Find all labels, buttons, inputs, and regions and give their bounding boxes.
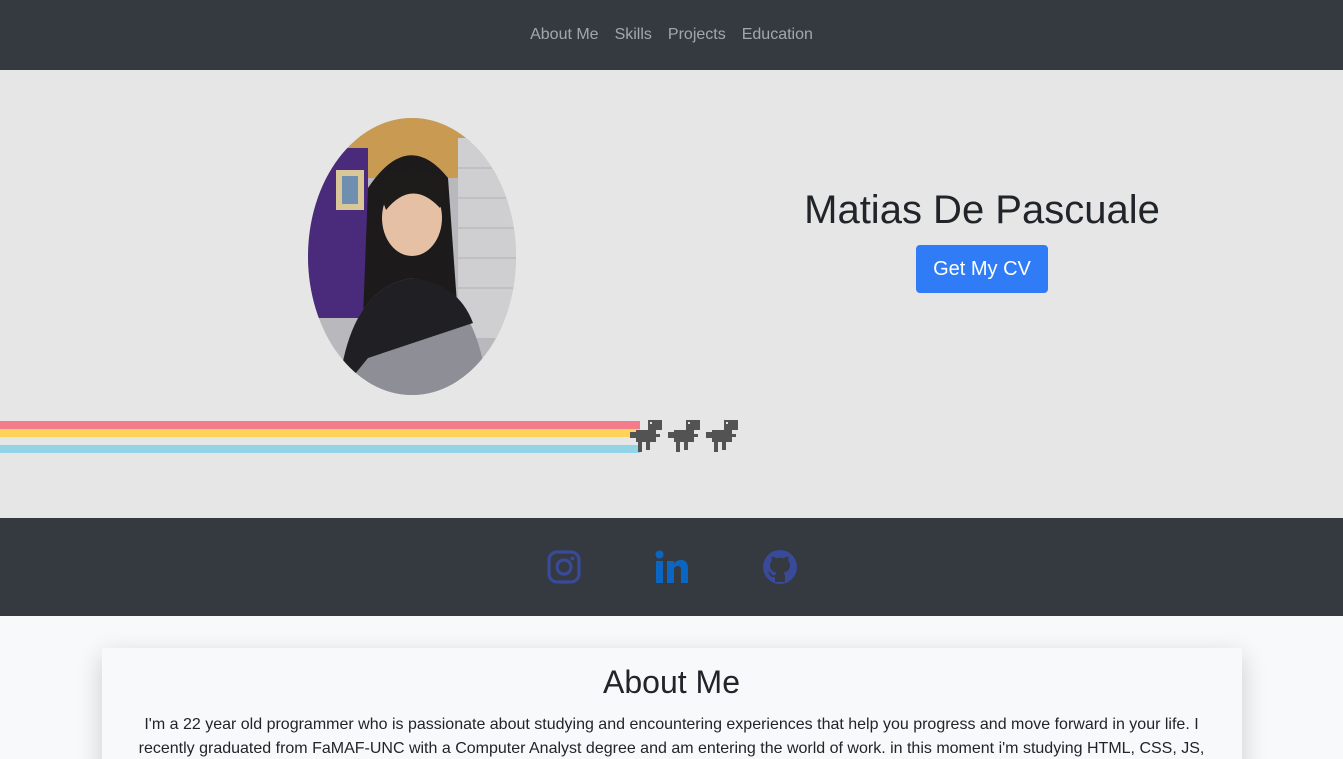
- dino-icon: [630, 420, 662, 452]
- top-navbar: About Me Skills Projects Education: [0, 0, 1343, 70]
- about-card: About Me I'm a 22 year old programmer wh…: [101, 648, 1242, 759]
- rainbow-trail: [0, 421, 640, 453]
- instagram-icon[interactable]: [546, 549, 582, 585]
- rainbow-stripe-blue: [0, 445, 640, 453]
- instagram-link[interactable]: [546, 549, 582, 585]
- github-link[interactable]: [762, 549, 798, 585]
- about-text: I'm a 22 year old programmer who is pass…: [138, 716, 1205, 757]
- dino-icons: [630, 420, 738, 452]
- rainbow-stripe-pink: [0, 421, 640, 429]
- about-section: About Me I'm a 22 year old programmer wh…: [0, 616, 1343, 759]
- dino-icon: [668, 420, 700, 452]
- nav-link-about-me[interactable]: About Me: [522, 26, 606, 44]
- about-title: About Me: [603, 664, 740, 700]
- nav-link-projects[interactable]: Projects: [660, 26, 734, 44]
- github-icon[interactable]: [762, 549, 798, 585]
- hero-section: Matias De Pascuale Get My CV: [0, 70, 1343, 518]
- dino-icon: [706, 420, 738, 452]
- hero-name: Matias De Pascuale: [804, 188, 1160, 232]
- profile-photo: [308, 118, 516, 395]
- nav-link-education[interactable]: Education: [734, 26, 821, 44]
- nav-link-skills[interactable]: Skills: [607, 26, 660, 44]
- rainbow-stripe-gap: [0, 437, 640, 445]
- rainbow-stripe-yellow: [0, 429, 640, 437]
- profile-photo-illustration: [308, 118, 516, 395]
- social-links-bar: [0, 518, 1343, 616]
- linkedin-link[interactable]: [654, 549, 690, 585]
- linkedin-icon[interactable]: [654, 549, 690, 585]
- get-cv-button[interactable]: Get My CV: [916, 245, 1048, 293]
